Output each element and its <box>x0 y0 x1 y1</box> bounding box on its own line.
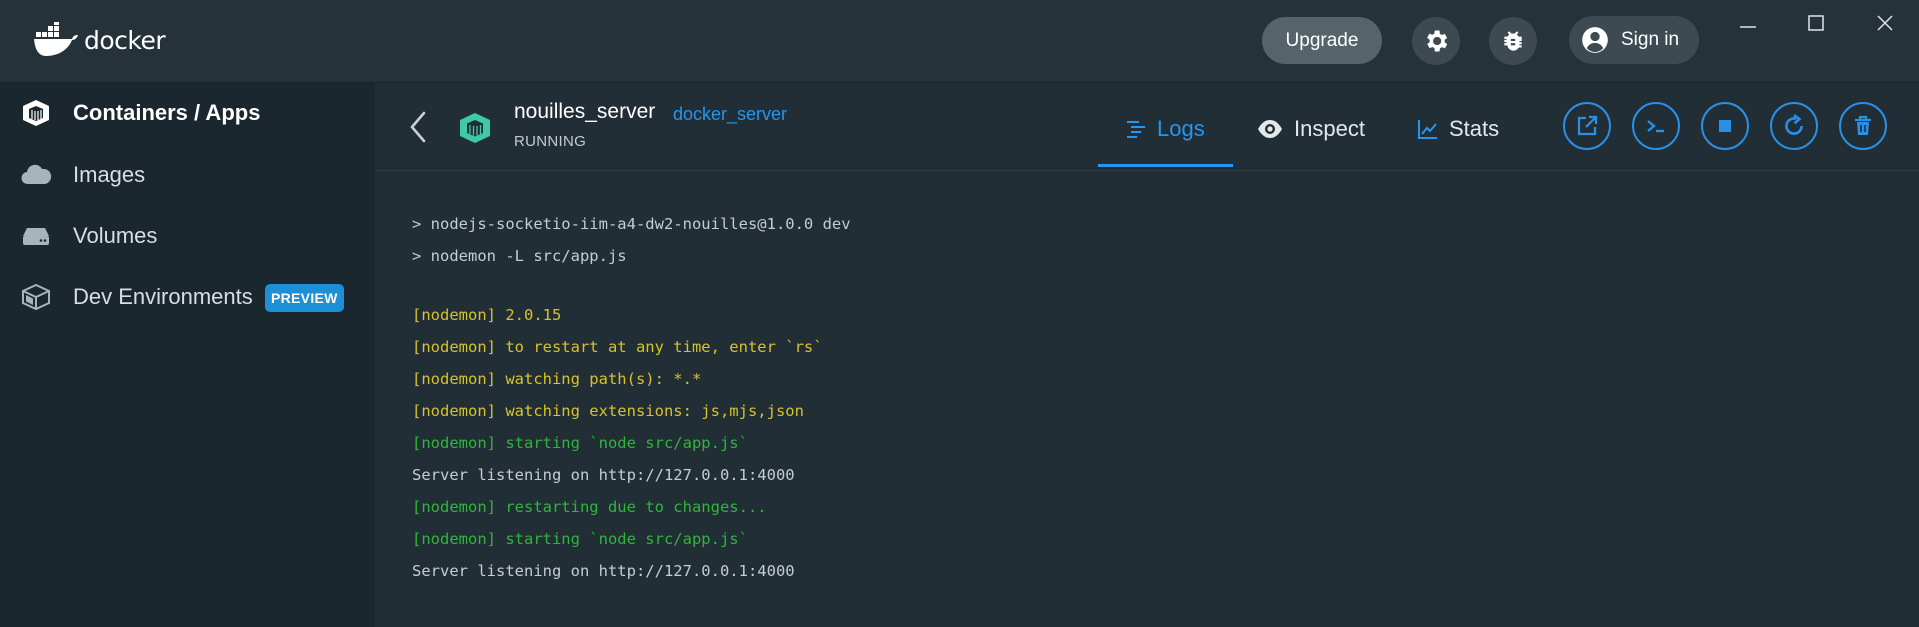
cli-icon <box>1647 120 1664 133</box>
log-line: [nodemon] watching path(s): *.* <box>412 370 702 388</box>
preview-badge: PREVIEW <box>265 284 344 312</box>
eye-icon <box>1258 120 1282 138</box>
sign-in-button[interactable]: Sign in <box>1569 16 1699 64</box>
cli-button[interactable] <box>1632 102 1680 150</box>
log-line: Server listening on http://127.0.0.1:400… <box>412 562 795 580</box>
minimize-button[interactable] <box>1728 8 1768 38</box>
log-line: > nodemon -L src/app.js <box>412 247 627 265</box>
back-chevron-icon[interactable] <box>405 109 431 145</box>
troubleshoot-button[interactable] <box>1489 17 1537 65</box>
restart-icon <box>1785 114 1803 135</box>
open-in-browser-button[interactable] <box>1563 102 1611 150</box>
box-icon <box>22 283 50 311</box>
open-browser-icon <box>1577 115 1598 136</box>
sidebar: Containers / Apps Images Volumes Dev Env… <box>0 83 375 627</box>
logo-text: docker <box>84 25 166 55</box>
settings-button[interactable] <box>1412 17 1460 65</box>
log-line: [nodemon] 2.0.15 <box>412 306 562 324</box>
chart-icon <box>1418 120 1437 139</box>
tab-inspect[interactable]: Inspect <box>1256 109 1365 149</box>
sidebar-item-label: Volumes <box>73 223 158 248</box>
bug-icon <box>1504 31 1522 51</box>
container-header: nouilles_server docker_server RUNNING Lo… <box>375 83 1919 171</box>
close-icon <box>1877 15 1893 31</box>
cloud-icon <box>21 164 52 185</box>
maximize-icon <box>1808 15 1824 31</box>
sign-in-label: Sign in <box>1621 29 1680 50</box>
sidebar-item-volumes[interactable]: Volumes <box>0 211 375 261</box>
container-name: nouilles_server <box>514 100 656 123</box>
title-bar: docker Upgrade Sign in <box>0 0 1919 83</box>
restart-button[interactable] <box>1770 102 1818 150</box>
log-line: [nodemon] starting `node src/app.js` <box>412 530 748 548</box>
minimize-icon <box>1740 26 1756 28</box>
tab-label: Inspect <box>1294 116 1365 141</box>
sidebar-item-containers[interactable]: Containers / Apps <box>0 88 375 138</box>
tab-stats[interactable]: Stats <box>1417 109 1499 149</box>
tab-label: Stats <box>1449 116 1500 141</box>
container-image-link[interactable]: docker_server <box>673 104 787 125</box>
container-icon <box>23 100 49 126</box>
sidebar-item-label: Dev Environments <box>73 284 253 309</box>
sidebar-item-label: Containers / Apps <box>73 100 261 125</box>
sidebar-item-label: Images <box>73 162 146 187</box>
sidebar-item-dev-environments[interactable]: Dev Environments PREVIEW <box>0 272 375 322</box>
drive-icon <box>23 228 49 245</box>
container-status: RUNNING <box>514 133 587 150</box>
log-line: [nodemon] watching extensions: js,mjs,js… <box>412 402 804 420</box>
log-line: [nodemon] starting `node src/app.js` <box>412 434 748 452</box>
log-output[interactable]: > nodejs-socketio-iim-a4-dw2-nouilles@1.… <box>375 171 1919 627</box>
log-line: [nodemon] restarting due to changes... <box>412 498 767 516</box>
stop-button[interactable] <box>1701 102 1749 150</box>
tab-logs[interactable]: Logs <box>1125 109 1205 149</box>
whale-icon <box>34 22 78 56</box>
sidebar-item-images[interactable]: Images <box>0 150 375 200</box>
container-status-icon <box>460 113 490 143</box>
delete-icon <box>1855 115 1871 135</box>
close-button[interactable] <box>1865 8 1905 38</box>
delete-button[interactable] <box>1839 102 1887 150</box>
gear-icon <box>1427 30 1448 52</box>
log-line: [nodemon] to restart at any time, enter … <box>412 338 823 356</box>
logs-icon <box>1127 121 1145 138</box>
account-icon <box>1582 27 1608 53</box>
log-line: > nodejs-socketio-iim-a4-dw2-nouilles@1.… <box>412 215 851 233</box>
active-tab-indicator <box>1098 164 1233 167</box>
stop-icon <box>1719 120 1731 132</box>
docker-logo: docker <box>34 20 166 60</box>
log-line: Server listening on http://127.0.0.1:400… <box>412 466 795 484</box>
maximize-button[interactable] <box>1796 8 1836 38</box>
upgrade-button[interactable]: Upgrade <box>1262 17 1382 64</box>
tab-label: Logs <box>1157 116 1205 141</box>
